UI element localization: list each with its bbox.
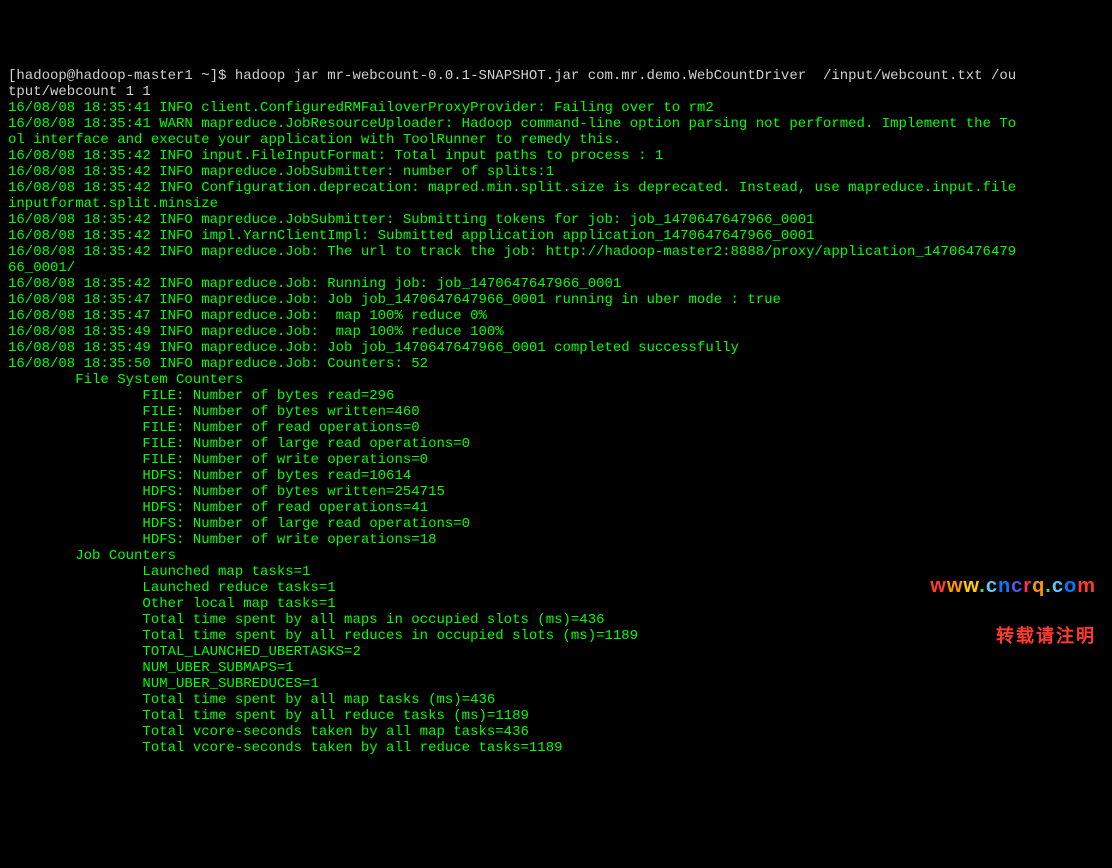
log-line: 16/08/08 18:35:47 INFO mapreduce.Job: ma…	[8, 308, 487, 324]
log-line: File System Counters	[8, 372, 243, 388]
log-line: 16/08/08 18:35:42 INFO impl.YarnClientIm…	[8, 228, 815, 244]
log-line: FILE: Number of write operations=0	[8, 452, 428, 468]
log-line: Total time spent by all maps in occupied…	[8, 612, 605, 628]
log-line: 16/08/08 18:35:41 WARN mapreduce.JobReso…	[8, 116, 1016, 132]
log-line: Total vcore-seconds taken by all reduce …	[8, 740, 563, 756]
watermark-tag: 转载请注明	[930, 628, 1096, 644]
log-line: Launched reduce tasks=1	[8, 580, 336, 596]
log-line: FILE: Number of bytes read=296	[8, 388, 394, 404]
shell-prompt: [hadoop@hadoop-master1 ~]$	[8, 68, 235, 84]
log-line: TOTAL_LAUNCHED_UBERTASKS=2	[8, 644, 361, 660]
log-line: Job Counters	[8, 548, 184, 564]
log-line: Total vcore-seconds taken by all map tas…	[8, 724, 529, 740]
log-line: 16/08/08 18:35:41 INFO client.Configured…	[8, 100, 714, 116]
log-line: NUM_UBER_SUBMAPS=1	[8, 660, 294, 676]
log-line: HDFS: Number of bytes written=254715	[8, 484, 445, 500]
log-line: HDFS: Number of bytes read=10614	[8, 468, 411, 484]
command-text: tput/webcount 1 1	[8, 84, 151, 100]
log-line: 16/08/08 18:35:42 INFO mapreduce.JobSubm…	[8, 212, 815, 228]
log-line: 16/08/08 18:35:49 INFO mapreduce.Job: Jo…	[8, 340, 739, 356]
log-line: 16/08/08 18:35:42 INFO mapreduce.Job: Ru…	[8, 276, 621, 292]
log-line: 16/08/08 18:35:42 INFO mapreduce.JobSubm…	[8, 164, 554, 180]
log-line: 16/08/08 18:35:50 INFO mapreduce.Job: Co…	[8, 356, 428, 372]
log-line: Other local map tasks=1	[8, 596, 336, 612]
log-line: HDFS: Number of read operations=41	[8, 500, 428, 516]
log-line: 66_0001/	[8, 260, 75, 276]
log-line: 16/08/08 18:35:42 INFO Configuration.dep…	[8, 180, 1016, 196]
log-line: Total time spent by all map tasks (ms)=4…	[8, 692, 495, 708]
log-line: Total time spent by all reduces in occup…	[8, 628, 638, 644]
log-line: Total time spent by all reduce tasks (ms…	[8, 708, 529, 724]
log-line: FILE: Number of large read operations=0	[8, 436, 470, 452]
log-line: HDFS: Number of large read operations=0	[8, 516, 470, 532]
log-line: 16/08/08 18:35:42 INFO mapreduce.Job: Th…	[8, 244, 1016, 260]
log-line: FILE: Number of bytes written=460	[8, 404, 420, 420]
log-line: HDFS: Number of write operations=18	[8, 532, 436, 548]
log-line: Launched map tasks=1	[8, 564, 310, 580]
watermark: www.cncrq.com 转载请注明	[930, 546, 1096, 660]
log-line: 16/08/08 18:35:47 INFO mapreduce.Job: Jo…	[8, 292, 781, 308]
log-line: ol interface and execute your applicatio…	[8, 132, 621, 148]
log-line: inputformat.split.minsize	[8, 196, 218, 212]
watermark-url: www.cncrq.com	[930, 578, 1096, 594]
command-text: hadoop jar mr-webcount-0.0.1-SNAPSHOT.ja…	[235, 68, 1016, 84]
log-line: FILE: Number of read operations=0	[8, 420, 420, 436]
log-line: 16/08/08 18:35:49 INFO mapreduce.Job: ma…	[8, 324, 504, 340]
log-line: 16/08/08 18:35:42 INFO input.FileInputFo…	[8, 148, 663, 164]
